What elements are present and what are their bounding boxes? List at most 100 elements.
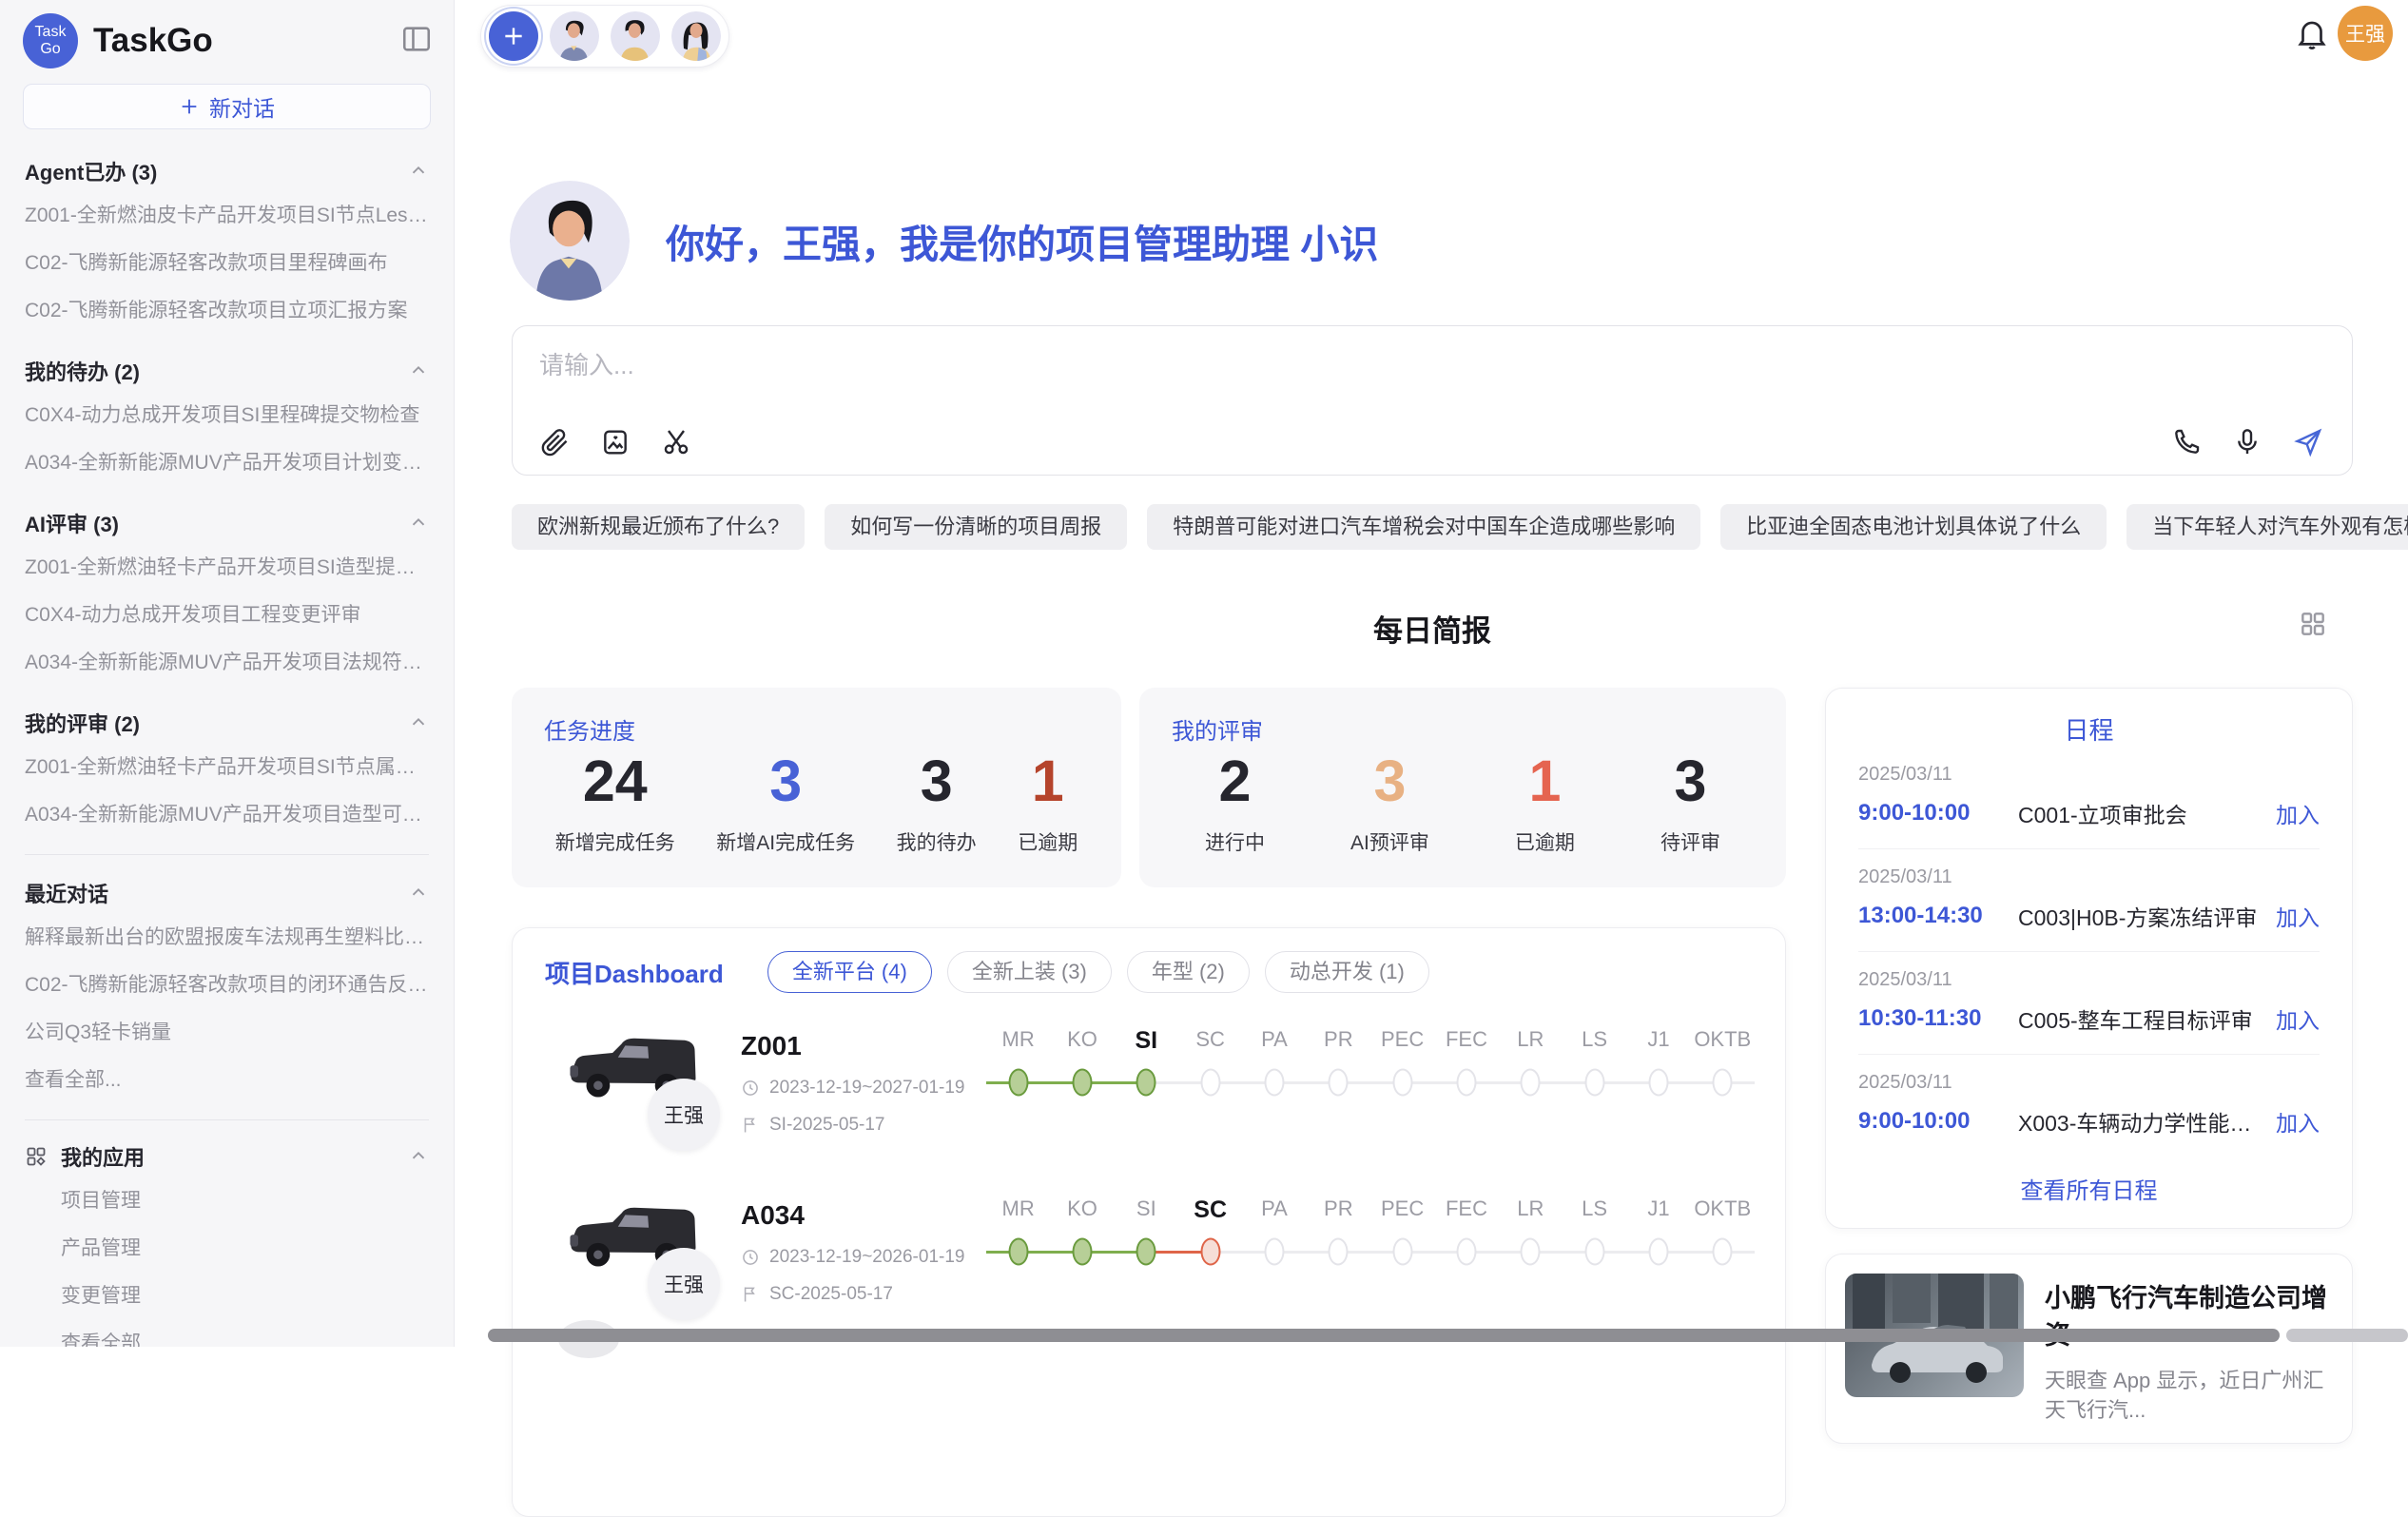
sidebar-item-my-apps[interactable]: 我的应用: [25, 1141, 429, 1172]
milestone-node[interactable]: [1521, 1238, 1541, 1266]
sidebar-section-header[interactable]: AI评审 (3): [25, 508, 429, 538]
sidebar-task-item[interactable]: A034-全新新能源MUV产品开发项目计划变更表编写: [25, 438, 429, 485]
milestone-cell[interactable]: PR: [1307, 1027, 1370, 1172]
milestone-node[interactable]: [1329, 1069, 1349, 1097]
phone-call-icon[interactable]: [2171, 427, 2202, 457]
milestone-node[interactable]: [1008, 1238, 1028, 1266]
milestone-node[interactable]: [1264, 1069, 1284, 1097]
view-all-schedule-link[interactable]: 查看所有日程: [1826, 1157, 2352, 1205]
milestone-cell[interactable]: PA: [1242, 1027, 1306, 1172]
schedule-join-link[interactable]: 加入: [2276, 797, 2320, 829]
milestone-node[interactable]: [1584, 1238, 1604, 1266]
sidebar-task-item[interactable]: A034-全新新能源MUV产品开发项目法规符合性评审: [25, 637, 429, 685]
suggestion-chip[interactable]: 欧洲新规最近颁布了什么?: [512, 504, 805, 550]
milestone-cell[interactable]: MR: [986, 1027, 1050, 1172]
sidebar-section-header[interactable]: Agent已办 (3): [25, 156, 429, 186]
milestone-node[interactable]: [1713, 1069, 1733, 1097]
suggestion-chip[interactable]: 比亚迪全固态电池计划具体说了什么: [1720, 504, 2107, 550]
milestone-node[interactable]: [1392, 1238, 1412, 1266]
dashboard-filter-chip[interactable]: 年型 (2): [1127, 951, 1250, 993]
milestone-cell[interactable]: OKTB: [1691, 1196, 1755, 1341]
milestone-cell[interactable]: MR: [986, 1196, 1050, 1341]
milestone-cell[interactable]: FEC: [1434, 1027, 1498, 1172]
new-session-button[interactable]: [489, 11, 538, 61]
milestone-node[interactable]: [1456, 1069, 1476, 1097]
milestone-cell[interactable]: LS: [1563, 1027, 1626, 1172]
news-card[interactable]: 小鹏飞行汽车制造公司增资 天眼查 App 显示，近日广州汇天飞行汽...: [1825, 1254, 2353, 1444]
milestone-node[interactable]: [1713, 1238, 1733, 1266]
apps-view-all-link[interactable]: 查看全部...: [25, 1318, 429, 1347]
milestone-node[interactable]: [1200, 1238, 1220, 1266]
microphone-icon[interactable]: [2232, 427, 2262, 457]
schedule-join-link[interactable]: 加入: [2276, 1105, 2320, 1138]
recent-chat-item[interactable]: 公司Q3轻卡销量: [25, 1007, 429, 1055]
milestone-node[interactable]: [1392, 1069, 1412, 1097]
send-icon[interactable]: [2293, 427, 2323, 457]
milestone-cell[interactable]: PA: [1242, 1196, 1306, 1341]
milestone-node[interactable]: [1136, 1069, 1156, 1097]
milestone-cell[interactable]: LR: [1499, 1027, 1563, 1172]
milestone-cell[interactable]: SI: [1115, 1027, 1178, 1172]
recent-view-all-link[interactable]: 查看全部...: [25, 1055, 429, 1102]
milestone-cell[interactable]: SC: [1178, 1196, 1242, 1341]
image-upload-icon[interactable]: [600, 427, 631, 457]
chat-input[interactable]: [539, 351, 1966, 380]
milestone-cell[interactable]: OKTB: [1691, 1027, 1755, 1172]
dashboard-filter-chip[interactable]: 全新上装 (3): [947, 951, 1112, 993]
milestone-cell[interactable]: PR: [1307, 1196, 1370, 1341]
milestone-node[interactable]: [1329, 1238, 1349, 1266]
milestone-cell[interactable]: FEC: [1434, 1196, 1498, 1341]
milestone-node[interactable]: [1136, 1238, 1156, 1266]
milestone-node[interactable]: [1200, 1069, 1220, 1097]
sidebar-task-item[interactable]: C0X4-动力总成开发项目SI里程碑提交物检查: [25, 390, 429, 438]
session-avatar[interactable]: [611, 11, 660, 61]
milestone-cell[interactable]: KO: [1050, 1027, 1114, 1172]
session-avatar[interactable]: [550, 11, 599, 61]
sidebar-task-item[interactable]: Z001-全新燃油轻卡产品开发项目SI节点属性5D文件评审: [25, 742, 429, 789]
sidebar-task-item[interactable]: Z001-全新燃油轻卡产品开发项目SI造型提交物评审: [25, 542, 429, 590]
milestone-node[interactable]: [1008, 1069, 1028, 1097]
notifications-bell-icon[interactable]: [2294, 15, 2330, 51]
sidebar-task-item[interactable]: Z001-全新燃油皮卡产品开发项目SI节点Lesson Learn报告: [25, 190, 429, 238]
suggestion-chip[interactable]: 特朗普可能对进口汽车增税会对中国车企造成哪些影响: [1147, 504, 1700, 550]
sidebar-collapse-icon[interactable]: [400, 23, 433, 55]
user-avatar[interactable]: 王强: [2338, 6, 2393, 61]
recent-chat-item[interactable]: C02-飞腾新能源轻客改款项目的闭环通告反馈情况: [25, 960, 429, 1007]
sidebar-task-item[interactable]: C02-飞腾新能源轻客改款项目里程碑画布: [25, 238, 429, 285]
milestone-cell[interactable]: PEC: [1370, 1196, 1434, 1341]
schedule-join-link[interactable]: 加入: [2276, 1002, 2320, 1035]
new-chat-button[interactable]: 新对话: [23, 84, 431, 129]
app-sub-item[interactable]: 项目管理: [25, 1176, 429, 1223]
recent-chat-item[interactable]: 解释最新出台的欧盟报废车法规再生塑料比例被调至15%...: [25, 912, 429, 960]
milestone-node[interactable]: [1072, 1238, 1092, 1266]
horizontal-scrollbar-thumb[interactable]: [488, 1329, 2280, 1342]
milestone-cell[interactable]: PEC: [1370, 1027, 1434, 1172]
sidebar-section-header[interactable]: 我的待办 (2): [25, 356, 429, 386]
milestone-cell[interactable]: SC: [1178, 1027, 1242, 1172]
milestone-node[interactable]: [1584, 1069, 1604, 1097]
sidebar-section-header[interactable]: 我的评审 (2): [25, 708, 429, 738]
sidebar-task-item[interactable]: C02-飞腾新能源轻客改款项目立项汇报方案: [25, 285, 429, 333]
dashboard-filter-chip[interactable]: 动总开发 (1): [1265, 951, 1429, 993]
horizontal-scrollbar-track-end[interactable]: [2286, 1329, 2408, 1342]
session-avatar[interactable]: [671, 11, 721, 61]
briefing-layout-grid-icon[interactable]: [2298, 609, 2328, 639]
milestone-node[interactable]: [1264, 1238, 1284, 1266]
milestone-cell[interactable]: LS: [1563, 1196, 1626, 1341]
milestone-node[interactable]: [1648, 1069, 1668, 1097]
milestone-node[interactable]: [1648, 1238, 1668, 1266]
attachment-icon[interactable]: [539, 427, 570, 457]
sidebar-task-item[interactable]: C0X4-动力总成开发项目工程变更评审: [25, 590, 429, 637]
dashboard-filter-chip[interactable]: 全新平台 (4): [767, 951, 932, 993]
milestone-cell[interactable]: SI: [1115, 1196, 1178, 1341]
schedule-join-link[interactable]: 加入: [2276, 900, 2320, 932]
sidebar-task-item[interactable]: A034-全新新能源MUV产品开发项目造型可行性评审: [25, 789, 429, 837]
milestone-cell[interactable]: KO: [1050, 1196, 1114, 1341]
recent-chats-header[interactable]: 最近对话: [25, 878, 429, 908]
milestone-cell[interactable]: J1: [1626, 1027, 1690, 1172]
app-sub-item[interactable]: 变更管理: [25, 1271, 429, 1318]
app-sub-item[interactable]: 产品管理: [25, 1223, 429, 1271]
milestone-cell[interactable]: LR: [1499, 1196, 1563, 1341]
milestone-cell[interactable]: J1: [1626, 1196, 1690, 1341]
suggestion-chip[interactable]: 当下年轻人对汽车外观有怎样的喜好趋势: [2126, 504, 2408, 550]
